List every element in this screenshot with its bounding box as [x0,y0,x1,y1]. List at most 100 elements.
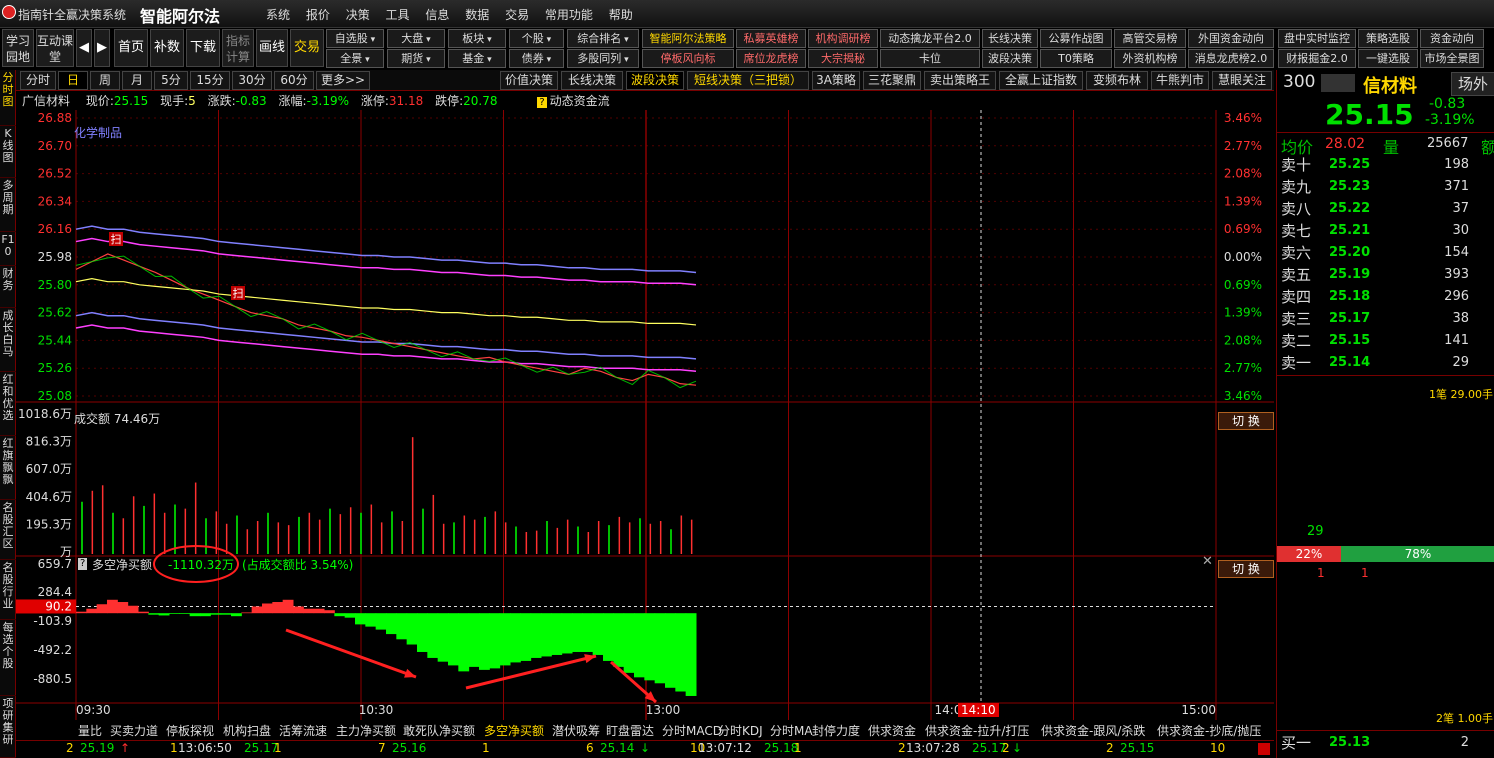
ask-row[interactable]: 卖四 25.18 296 [1281,286,1491,308]
nav-growth[interactable]: 成长白马 [0,308,16,372]
supplement-button[interactable]: 补数 [150,29,184,67]
tf-month[interactable]: 月 [122,71,152,90]
home-button[interactable]: 首页 [114,29,148,67]
tf-timeshare[interactable]: 分时 [20,71,56,90]
ask-row[interactable]: 卖八 25.22 37 [1281,198,1491,220]
ask-row[interactable]: 卖一 25.14 29 [1281,352,1491,374]
dynamic-flow-link[interactable]: 动态资金流 [550,94,610,108]
tf-5min[interactable]: 5分 [154,71,188,90]
nav-red-flag[interactable]: 红旗飘飘 [0,436,16,500]
indicator-tab[interactable]: 供求资金-跟风/杀跌 [1041,722,1145,740]
indicator-tab[interactable]: 供求资金 [868,722,916,740]
indicator-tab[interactable]: 机构扫盘 [223,722,271,740]
ask-row[interactable]: 卖十 25.25 198 [1281,154,1491,176]
strat-bull-bear[interactable]: 牛熊判市 [1151,71,1209,90]
menu-quote[interactable]: 报价 [306,8,330,22]
menu-system[interactable]: 系统 [266,8,290,22]
ask-row[interactable]: 卖六 25.20 154 [1281,242,1491,264]
nav-multi-period[interactable]: 多周期 [0,178,16,232]
feature-alpha-strategy[interactable]: 智能阿尔法策略 [642,29,734,48]
nav-research[interactable]: 项研集研 [0,696,16,758]
indicator-tab[interactable]: 供求资金-抄底/抛压 [1157,722,1261,740]
nav-famous[interactable]: 名股汇区 [0,500,16,560]
download-button[interactable]: 下载 [186,29,220,67]
feature-market-map[interactable]: 市场全景图 [1420,49,1484,68]
strat-watch[interactable]: 慧眼关注 [1212,71,1272,90]
indicator-calc-button[interactable]: 指标计算 [222,29,254,67]
learn-button[interactable]: 学习园地 [2,29,34,67]
strat-sell-king[interactable]: 卖出策略王 [924,71,996,90]
indicator-tab[interactable]: 停板探视 [166,722,214,740]
scroll-up-icon[interactable] [1258,743,1270,755]
help-icon[interactable]: ? [78,558,88,570]
tf-more[interactable]: 更多>> [316,71,370,90]
feature-private-fund[interactable]: 私募英雄榜 [736,29,806,48]
menu-tools[interactable]: 工具 [386,8,410,22]
ask-row[interactable]: 卖二 25.15 141 [1281,330,1491,352]
strat-long[interactable]: 长线决策 [561,71,623,90]
menu-common[interactable]: 常用功能 [545,8,593,22]
nav-daily-pick[interactable]: 每选个股 [0,620,16,696]
indicator-tab[interactable]: 潜伏吸筹 [552,722,600,740]
indicator-tab[interactable]: 盯盘雷达 [606,722,654,740]
menu-decision[interactable]: 决策 [346,8,370,22]
dropdown-market[interactable]: 大盘 [387,29,445,48]
strat-bollinger[interactable]: 变频布林 [1086,71,1148,90]
nav-industry[interactable]: 名股行业 [0,560,16,620]
dropdown-watchlist[interactable]: 自选股 [326,29,384,48]
dropdown-multi-stock[interactable]: 多股同列 [567,49,639,68]
feature-strategy-pick[interactable]: 策略选股 [1358,29,1418,48]
ask-row[interactable]: 卖三 25.17 38 [1281,308,1491,330]
dropdown-ranking[interactable]: 综合排名 [567,29,639,48]
menu-data[interactable]: 数据 [465,8,489,22]
dropdown-stock[interactable]: 个股 [509,29,564,48]
draw-line-button[interactable]: 画线 [256,29,288,67]
indicator-tab[interactable]: 分时KDJ [718,722,763,740]
trade-button[interactable]: 交易 [290,29,324,67]
strat-three-flowers[interactable]: 三花聚鼎 [863,71,921,90]
strat-value[interactable]: 价值决策 [500,71,558,90]
indicator-tab[interactable]: 敢死队净买额 [403,722,475,740]
indicator-tab[interactable]: 买卖力道 [110,722,158,740]
indicator-tab[interactable]: 活筹流速 [279,722,327,740]
feature-one-click[interactable]: 一键选股 [1358,49,1418,68]
close-icon[interactable]: ✕ [1202,554,1213,569]
menu-help[interactable]: 帮助 [609,8,633,22]
indicator-tab[interactable]: 多空净买额 [484,722,544,740]
back-arrow-icon[interactable]: ◀ [76,29,92,67]
tf-30min[interactable]: 30分 [232,71,272,90]
help-icon[interactable]: ? [537,97,547,108]
switch-button-volume[interactable]: 切 换 [1218,412,1274,430]
exchange-tab[interactable]: 场外 [1451,72,1494,96]
forward-arrow-icon[interactable]: ▶ [94,29,110,67]
feature-long-term[interactable]: 长线决策 [982,29,1038,48]
switch-button-net[interactable]: 切 换 [1218,560,1274,578]
dropdown-futures[interactable]: 期货 [387,49,445,68]
feature-t0[interactable]: T0策略 [1040,49,1112,68]
ask-row[interactable]: 卖五 25.19 393 [1281,264,1491,286]
menu-info[interactable]: 信息 [425,8,449,22]
indicator-tab[interactable]: 分时MACD [662,722,722,740]
feature-news-dragon[interactable]: 消息龙虎榜2.0 [1188,49,1274,68]
indicator-tab[interactable]: 量比 [78,722,102,740]
menu-trade[interactable]: 交易 [505,8,529,22]
feature-dragon-platform[interactable]: 动态擒龙平台2.0 [880,29,980,48]
feature-position[interactable]: 卡位 [880,49,980,68]
nav-red-pick[interactable]: 红和优选 [0,372,16,436]
strat-shanghai[interactable]: 全赢上证指数 [999,71,1083,90]
dropdown-sector[interactable]: 板块 [448,29,506,48]
feature-institution-research[interactable]: 机构调研榜 [808,29,878,48]
nav-timeshare[interactable]: 分时图 [0,70,16,126]
indicator-tab[interactable]: 供求资金-拉升/打压 [925,722,1029,740]
ask-row[interactable]: 卖七 25.21 30 [1281,220,1491,242]
dropdown-bond[interactable]: 债券 [509,49,564,68]
feature-foreign-inst[interactable]: 外资机构榜 [1114,49,1186,68]
nav-finance[interactable]: 财务 [0,266,16,308]
dropdown-panorama[interactable]: 全景 [326,49,384,68]
dropdown-fund[interactable]: 基金 [448,49,506,68]
feature-limit-vane[interactable]: 停板风向标 [642,49,734,68]
tf-15min[interactable]: 15分 [190,71,230,90]
strat-short[interactable]: 短线决策（三把锁） [687,71,809,90]
feature-foreign-capital[interactable]: 外国资金动向 [1188,29,1274,48]
feature-swing[interactable]: 波段决策 [982,49,1038,68]
